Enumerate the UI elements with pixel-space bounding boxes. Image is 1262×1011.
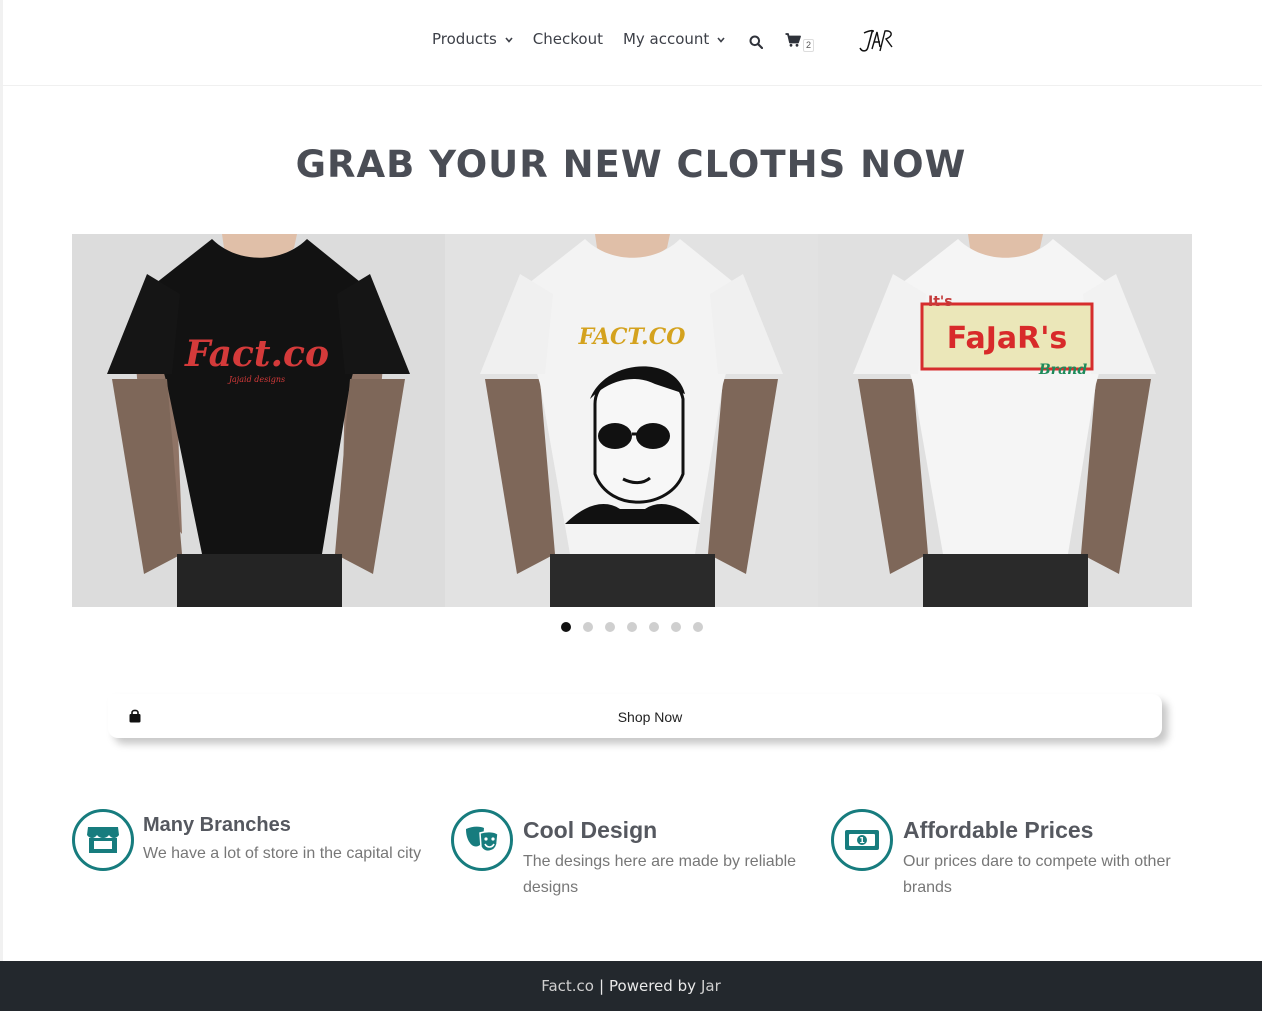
money-bill-icon: 1 (831, 809, 893, 871)
product-image-black-tshirt: Fact.co Jajaid designs (72, 234, 445, 607)
carousel-dot[interactable] (649, 622, 659, 632)
hero-title: GRAB YOUR NEW CLOTHS NOW (295, 143, 967, 186)
nav-item-label: Products (432, 30, 497, 48)
feature-title: Many Branches (143, 814, 291, 836)
feature-description: Our prices dare to compete with other br… (903, 853, 1171, 896)
carousel-dot[interactable] (671, 622, 681, 632)
carousel-dot[interactable] (627, 622, 637, 632)
product-image-white-tshirt-portrait: FACT.CO (445, 234, 818, 607)
footer-powered-by: Powered by (609, 977, 696, 995)
nav-item-products[interactable]: Products (432, 30, 513, 48)
print-top-text: It's (928, 294, 953, 310)
print-text: FaJaR's (947, 321, 1068, 356)
theater-masks-icon (451, 809, 513, 871)
feature-title: Affordable Prices (903, 817, 1094, 843)
chevron-down-icon (505, 35, 513, 46)
footer-brand[interactable]: Fact.co (541, 977, 594, 995)
site-logo[interactable] (858, 27, 896, 60)
chevron-down-icon (717, 35, 725, 46)
product-image-white-tshirt-brand: It's FaJaR's Brand (818, 234, 1192, 607)
svg-text:1: 1 (859, 836, 865, 845)
carousel-dots (561, 622, 715, 632)
carousel-slide[interactable]: Fact.co Jajaid designs (72, 234, 445, 607)
main-nav: Products Checkout My account (432, 30, 745, 48)
search-icon[interactable] (749, 35, 764, 54)
footer-separator: | (598, 977, 605, 995)
feature-title: Cool Design (523, 817, 658, 843)
nav-item-my-account[interactable]: My account (623, 30, 725, 48)
cart-count-badge: 2 (803, 39, 815, 52)
carousel-slide[interactable]: FACT.CO (445, 234, 818, 607)
logo-signature (859, 29, 893, 52)
feature-cool-design: Cool Design The desings here are made by… (451, 809, 811, 909)
product-carousel[interactable]: Fact.co Jajaid designs FACT.CO It's FaJa… (72, 234, 1192, 607)
carousel-dot[interactable] (605, 622, 615, 632)
nav-item-label: My account (622, 30, 710, 48)
cart-button[interactable]: 2 (785, 33, 815, 52)
nav-item-label: Checkout (532, 30, 603, 48)
site-footer: Fact.co | Powered by Jar (0, 961, 1262, 1011)
shop-now-label: Shop Now (617, 709, 683, 725)
feature-description: The desings here are made by reliable de… (523, 853, 797, 896)
print-subtext: Jajaid designs (227, 375, 285, 384)
carousel-slide[interactable]: It's FaJaR's Brand (818, 234, 1192, 607)
print-text: Fact.co (184, 333, 329, 375)
feature-affordable-prices: 1 Affordable Prices Our prices dare to c… (831, 809, 1201, 909)
site-header: Products Checkout My account 2 (0, 0, 1262, 86)
carousel-dot[interactable] (583, 622, 593, 632)
feature-many-branches: Many Branches We have a lot of store in … (72, 809, 432, 879)
store-icon (72, 809, 134, 871)
shop-now-button[interactable]: Shop Now (108, 694, 1162, 738)
print-subtext: Brand (1038, 362, 1087, 378)
feature-description: We have a lot of store in the capital ci… (143, 845, 422, 862)
cart-icon (785, 33, 801, 52)
footer-author-link[interactable]: Jar (701, 977, 721, 995)
carousel-dot[interactable] (693, 622, 703, 632)
print-text: FACT.CO (578, 324, 686, 350)
nav-item-checkout[interactable]: Checkout (533, 30, 603, 48)
carousel-dot[interactable] (561, 622, 571, 632)
